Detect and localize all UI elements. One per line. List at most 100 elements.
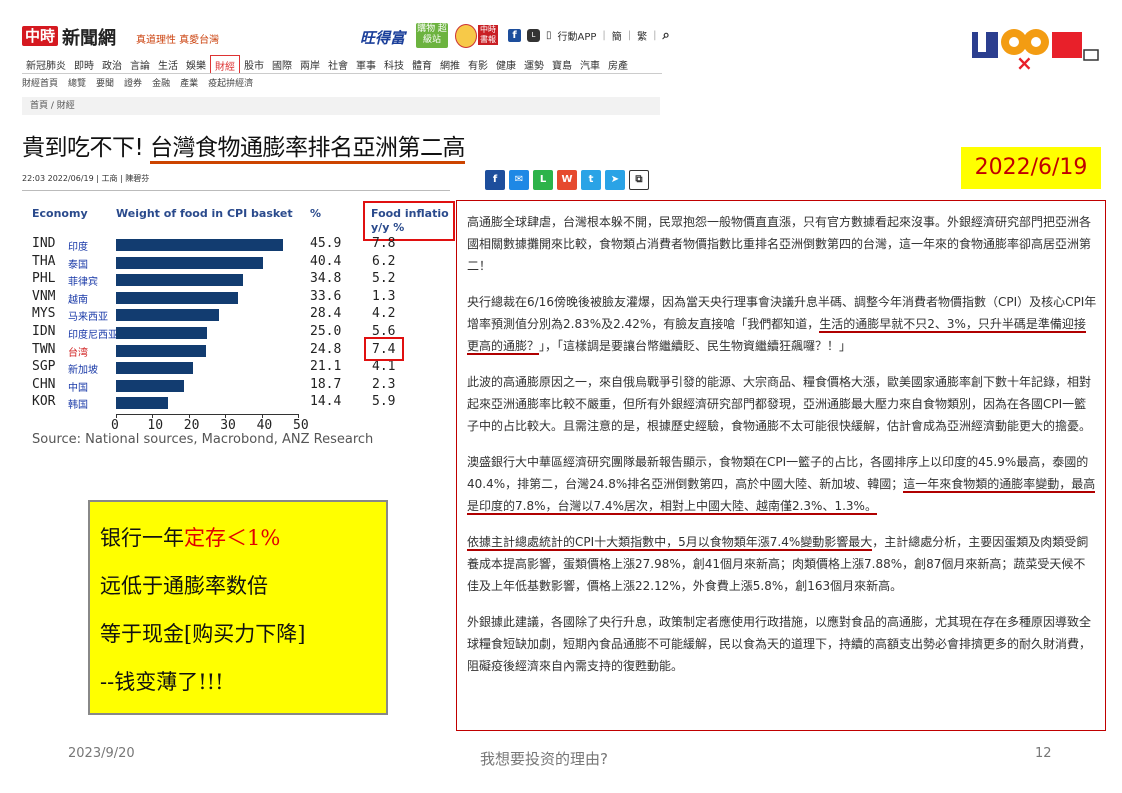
bar [116,309,220,322]
nav-item[interactable]: 寶島 [548,55,576,73]
nav-item[interactable]: 娛樂 [182,55,210,73]
partner-logo[interactable]: 旺得富 [360,27,405,48]
messenger-icon[interactable]: ✉ [509,170,529,190]
row-code: KOR [32,394,56,410]
row-chinese-name: 韩国 [68,400,88,412]
row-chinese-name: 新加坡 [68,365,98,377]
subnav-item[interactable]: 疫起拚經濟 [208,76,253,89]
row-chinese-name: 越南 [68,294,88,306]
shop-badge[interactable]: 購物 超級站 [416,23,448,48]
x-tick-label: 10 [147,418,164,433]
row-code: PHL [32,271,56,287]
nav-item[interactable]: 社會 [324,55,352,73]
paragraph-5: 依據主計總處統計的CPI十大類指數中，5月以食物類年漲7.4%變動影響最大，主計… [467,531,1097,597]
nav-item[interactable]: 運勢 [520,55,548,73]
nav-item[interactable]: 言論 [126,55,154,73]
line-icon[interactable]: L [527,29,540,42]
x-tick-label: 50 [293,418,309,433]
inflation-value: 5.9 [372,394,396,410]
nav-item[interactable]: 汽車 [576,55,604,73]
paragraph-4: 澳盛銀行大中華區經濟研究團隊最新報告顯示，食物類在CPI一籃子的占比，各國排序上… [467,451,1097,517]
bar [116,379,185,392]
x-tick-label: 40 [256,418,273,433]
lang-simplified[interactable]: 簡 [612,28,622,43]
subnav-item[interactable]: 總覽 [68,76,86,89]
nav-item[interactable]: 房產 [604,55,632,73]
weight-value: 33.6 [310,288,342,304]
nav-item[interactable]: 國際 [268,55,296,73]
header-yy: y/y % [371,221,405,234]
nav-item[interactable]: 即時 [70,55,98,73]
subnav-item[interactable]: 財經首頁 [22,76,58,89]
inflation-value: 7.8 [372,236,396,251]
footer-title: 我想要投资的理由? [480,750,608,768]
header-pct: % [310,207,322,220]
weight-value: 40.4 [310,253,342,269]
row-code: MYS [32,306,56,322]
row-chinese-name: 菲律宾 [68,277,98,289]
row-code: CHN [32,376,56,392]
nav-item[interactable]: 網推 [436,55,464,73]
breadcrumb[interactable]: 首頁 / 財經 [22,97,660,115]
chinatimes-logo[interactable]: 中時 [22,26,58,46]
nav-item[interactable]: 健康 [492,55,520,73]
newspaper-badge[interactable]: 中時 書報 [478,25,498,45]
mascot-icon[interactable] [455,24,477,48]
nav-item[interactable]: 新冠肺炎 [22,55,70,73]
nav-item[interactable]: 政治 [98,55,126,73]
row-code: VNM [32,288,56,304]
title-plain: 貴到吃不下! [22,135,151,161]
p2-text-c: 」，「這樣調是要讓台幣繼續貶、民生物資繼續狂飆囉？！」 [539,339,852,353]
subnav-item[interactable]: 證券 [124,76,142,89]
weight-value: 21.1 [310,359,342,375]
subnav-item[interactable]: 金融 [152,76,170,89]
nav-item[interactable]: 科技 [380,55,408,73]
weight-value: 25.0 [310,324,342,339]
note-line-1a: 银行一年 [100,526,184,550]
food-cpi-chart: Economy Weight of food in CPI basket % F… [22,200,455,460]
article-body: 高通膨全球肆虐，台灣根本躲不開，民眾抱怨一般物價直直漲，只有官方數據看起來沒事。… [456,200,1106,731]
search-icon[interactable]: ⌕ [663,28,670,43]
slide-date: 2022/6/19 [961,147,1101,189]
nav-item[interactable]: 軍事 [352,55,380,73]
note-line-1: 银行一年定存＜1% [100,514,376,562]
lang-traditional[interactable]: 繁 [637,28,647,43]
x-tick-label: 30 [220,418,236,433]
facebook-icon[interactable]: f [485,170,505,190]
divider [22,190,450,191]
note-line-4: --钱变薄了!!! [100,670,224,694]
twitter-icon[interactable]: t [581,170,601,190]
nav-item[interactable]: 財經 [210,55,240,73]
header-inflation: Food inflatio [371,207,449,220]
bar [116,291,239,304]
inflation-value: 6.2 [372,253,396,269]
mobile-icon[interactable]: ▯ [546,30,552,41]
page-number: 12 [1035,746,1052,761]
row-code: THA [32,253,56,269]
nav-item[interactable]: 體育 [408,55,436,73]
footer-date: 2023/9/20 [68,746,135,761]
copy-icon[interactable]: ⧉ [629,170,649,190]
subnav-item[interactable]: 產業 [180,76,198,89]
weibo-icon[interactable]: W [557,170,577,190]
row-chinese-name: 泰国 [68,259,88,271]
facebook-icon[interactable]: f [508,29,521,42]
nav-item[interactable]: 生活 [154,55,182,73]
nav-item[interactable]: 股市 [240,55,268,73]
nav-item[interactable]: 有影 [464,55,492,73]
site-name[interactable]: 新聞網 [62,24,116,50]
telegram-icon[interactable]: ➤ [605,170,625,190]
main-nav: 新冠肺炎 即時 政治 言論 生活 娛樂 財經 股市 國際 兩岸 社會 軍事 科技 體育 網推 有影 健康 運勢 寶島… [22,55,662,74]
weight-value: 34.8 [310,271,342,287]
bar [116,239,284,251]
header-weight: Weight of food in CPI basket [116,207,293,220]
share-bar: f ✉ L W t ➤ ⧉ [485,170,649,190]
app-label[interactable]: 行動APP [558,28,597,43]
row-chinese-name: 马来西亚 [68,312,108,324]
bar [116,256,264,269]
nav-item[interactable]: 兩岸 [296,55,324,73]
subnav-item[interactable]: 要聞 [96,76,114,89]
header-icons: f L ▯ 行動APP | 簡 | 繁 | ⌕ [508,28,670,43]
line-icon[interactable]: L [533,170,553,190]
bar [116,397,169,410]
